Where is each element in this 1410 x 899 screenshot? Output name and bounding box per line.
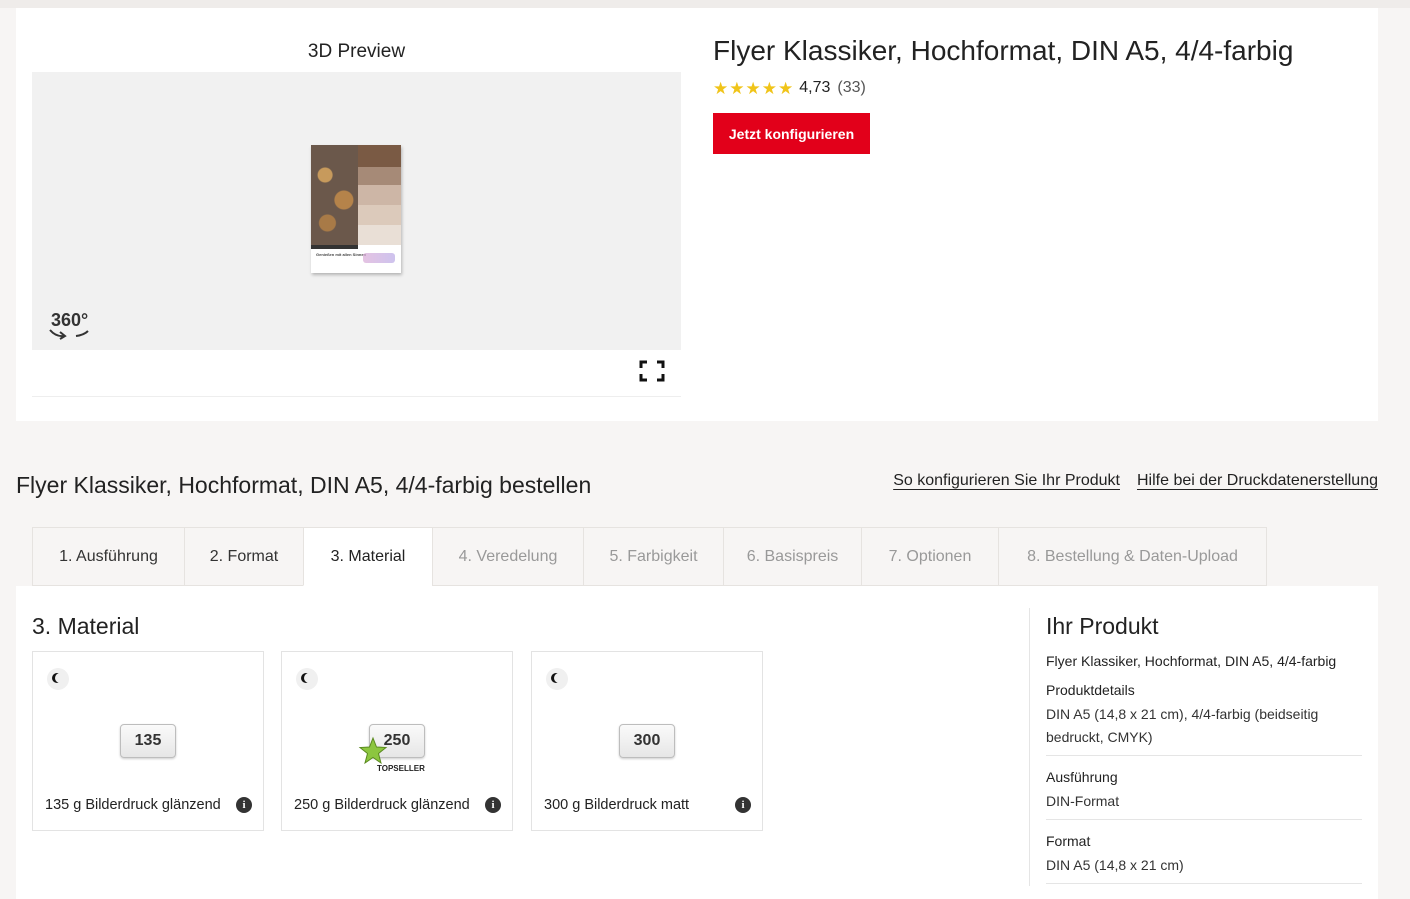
topseller-star-icon — [358, 736, 388, 765]
material-option-label: 250 g Bilderdruck glänzend — [294, 797, 470, 813]
tab-veredelung[interactable]: 4. Veredelung — [432, 527, 583, 586]
star-icon: ★ — [761, 78, 777, 98]
moon-icon — [47, 668, 69, 690]
summary-key: Format — [1046, 833, 1091, 849]
configuration-tabs: 1. Ausführung 2. Format 3. Material 4. V… — [32, 527, 1267, 586]
summary-value: DIN-Format — [1046, 793, 1120, 809]
flyer-preview-image: Genießen mit allen Sinnen — [311, 145, 401, 273]
rating-count[interactable]: (33) — [837, 79, 865, 97]
rotate-360-icon[interactable]: 360° — [48, 310, 96, 342]
material-weight-badge: 300 — [619, 724, 675, 758]
flyer-preview-text: Genießen mit allen Sinnen — [316, 252, 367, 257]
tab-farbigkeit[interactable]: 5. Farbigkeit — [583, 527, 723, 586]
tab-bestellung-upload[interactable]: 8. Bestellung & Daten-Upload — [998, 527, 1267, 586]
preview-title: 3D Preview — [307, 41, 406, 62]
print-data-help-link[interactable]: Hilfe bei der Druckdatenerstellung — [1137, 472, 1378, 490]
summary-product-name: Flyer Klassiker, Hochformat, DIN A5, 4/4… — [1046, 653, 1337, 669]
product-header-card: 3D Preview Genießen mit allen Sinnen 360… — [16, 8, 1378, 421]
material-weight-badge: 135 — [120, 724, 176, 758]
fullscreen-icon[interactable] — [639, 360, 665, 382]
tab-material[interactable]: 3. Material — [303, 527, 432, 586]
material-option-250[interactable]: 250 TOPSELLER 250 g Bilderdruck glänzend… — [281, 651, 513, 831]
how-to-configure-link[interactable]: So konfigurieren Sie Ihr Produkt — [893, 472, 1120, 490]
summary-key: Produktdetails — [1046, 682, 1135, 698]
tab-optionen[interactable]: 7. Optionen — [861, 527, 998, 586]
order-title: Flyer Klassiker, Hochformat, DIN A5, 4/4… — [16, 472, 592, 498]
material-heading: 3. Material — [32, 613, 140, 639]
moon-icon — [546, 668, 568, 690]
rating-score: 4,73 — [799, 79, 831, 96]
material-option-label: 300 g Bilderdruck matt — [544, 797, 690, 813]
product-title: Flyer Klassiker, Hochformat, DIN A5, 4/4… — [713, 35, 1294, 66]
material-option-label: 135 g Bilderdruck glänzend — [45, 797, 221, 813]
material-panel: 3. Material 135 135 g Bilderdruck glänze… — [16, 586, 1378, 899]
summary-heading: Ihr Produkt — [1046, 613, 1159, 639]
page-top-strip — [0, 0, 1410, 8]
rating-stars: ★ ★ ★ ★ ★ — [713, 80, 793, 97]
summary-key: Ausführung — [1046, 769, 1118, 785]
summary-value: DIN A5 (14,8 x 21 cm), 4/4-farbig (beids… — [1046, 706, 1319, 745]
star-icon: ★ — [729, 78, 745, 98]
star-icon: ★ — [745, 78, 761, 98]
preview-divider — [32, 396, 681, 397]
moon-icon — [296, 668, 318, 690]
tab-format[interactable]: 2. Format — [184, 527, 303, 586]
material-option-300[interactable]: 300 300 g Bilderdruck matt i — [531, 651, 763, 831]
help-links: So konfigurieren Sie Ihr Produkt Hilfe b… — [893, 472, 1378, 490]
material-option-135[interactable]: 135 135 g Bilderdruck glänzend i — [32, 651, 264, 831]
info-icon[interactable]: i — [735, 797, 751, 813]
tab-basispreis[interactable]: 6. Basispreis — [723, 527, 861, 586]
star-icon: ★ — [778, 78, 794, 98]
summary-divider — [1029, 608, 1030, 886]
3d-preview-viewer[interactable]: Genießen mit allen Sinnen 360° — [32, 72, 681, 350]
info-icon[interactable]: i — [236, 797, 252, 813]
configure-button[interactable]: Jetzt konfigurieren — [713, 113, 870, 154]
summary-item: Format DIN A5 (14,8 x 21 cm) — [1046, 833, 1362, 884]
summary-item: Ausführung DIN-Format — [1046, 769, 1362, 820]
tab-ausfuehrung[interactable]: 1. Ausführung — [32, 527, 184, 586]
topseller-label: TOPSELLER — [377, 764, 425, 773]
product-summary: Ihr Produkt Flyer Klassiker, Hochformat,… — [1046, 613, 1362, 884]
star-icon: ★ — [713, 78, 729, 98]
summary-value: DIN A5 (14,8 x 21 cm) — [1046, 857, 1184, 873]
summary-item: Produktdetails DIN A5 (14,8 x 21 cm), 4/… — [1046, 682, 1362, 756]
info-icon[interactable]: i — [485, 797, 501, 813]
rating[interactable]: ★ ★ ★ ★ ★ 4,73 (33) — [713, 78, 866, 98]
